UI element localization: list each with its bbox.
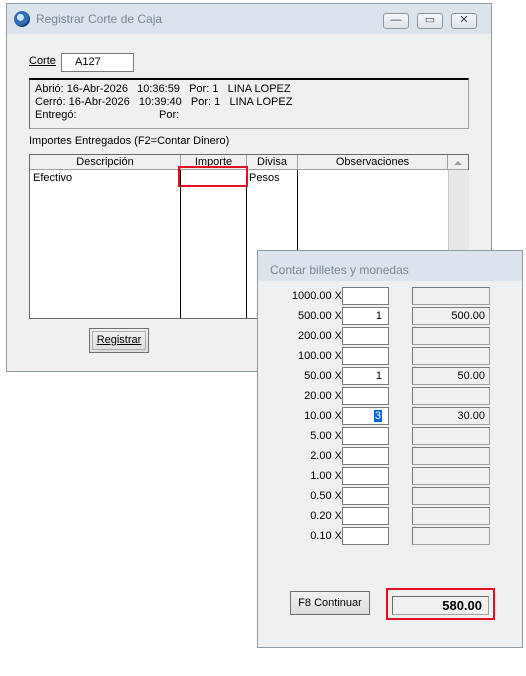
amount-field: 50.00 <box>412 367 490 385</box>
denomination-label: 200.00 X <box>297 330 342 342</box>
denomination-label: 50.00 X <box>304 370 342 382</box>
amount-field <box>412 487 490 505</box>
denomination-label: 2.00 X <box>310 450 342 462</box>
quantity-input[interactable] <box>342 387 389 405</box>
quantity-value: 1 <box>375 370 382 382</box>
cell-divisa: Pesos <box>249 172 280 184</box>
denomination-label: 500.00 X <box>297 310 342 322</box>
amount-field: 30.00 <box>412 407 490 425</box>
window-title: Registrar Corte de Caja <box>36 12 163 26</box>
quantity-input[interactable] <box>342 467 389 485</box>
quantity-input[interactable]: 3 <box>342 407 389 425</box>
corte-field[interactable]: A127 <box>61 53 134 72</box>
total-field: 580.00 <box>392 596 489 615</box>
col-divider <box>246 170 247 318</box>
registrar-button-label: Registrar <box>96 334 142 346</box>
denomination-label: 0.20 X <box>310 510 342 522</box>
amount-value: 500.00 <box>451 310 485 322</box>
denomination-label: 10.00 X <box>304 410 342 422</box>
amount-field: 500.00 <box>412 307 490 325</box>
continuar-button[interactable]: F8 Continuar <box>290 591 370 615</box>
minimize-button[interactable]: — <box>383 13 409 29</box>
denomination-label: 1000.00 X <box>291 290 342 302</box>
col-header-descripcion[interactable]: Descripción <box>30 155 181 170</box>
denomination-label: 5.00 X <box>310 430 342 442</box>
popup-title-bar[interactable]: Contar billetes y monedas <box>258 251 522 281</box>
col-header-divisa[interactable]: Divisa <box>247 155 298 170</box>
contar-dinero-window: Contar billetes y monedas 1000.00 X 500.0… <box>257 250 523 648</box>
quantity-input[interactable] <box>342 327 389 345</box>
quantity-input[interactable] <box>342 527 389 545</box>
amount-field <box>412 327 490 345</box>
entrego-por-label: Por: <box>159 109 180 121</box>
continuar-button-label: F8 Continuar <box>298 597 362 609</box>
amount-field <box>412 287 490 305</box>
denomination-label: 1.00 X <box>310 470 342 482</box>
cell-descripcion: Efectivo <box>33 172 73 184</box>
corte-value: A127 <box>75 56 101 68</box>
quantity-input[interactable]: 1 <box>342 367 389 385</box>
popup-title: Contar billetes y monedas <box>270 263 409 277</box>
importe-highlight <box>178 166 248 187</box>
scroll-up-icon[interactable] <box>448 155 468 170</box>
denomination-label: 20.00 X <box>304 390 342 402</box>
denomination-label: 0.10 X <box>310 530 342 542</box>
denomination-label: 0.50 X <box>310 490 342 502</box>
abrio-line: Abrió: 16-Abr-2026 10:36:59 Por: 1 LINA … <box>35 83 291 95</box>
cerro-line: Cerró: 16-Abr-2026 10:39:40 Por: 1 LINA … <box>35 96 293 108</box>
total-value: 580.00 <box>442 598 482 613</box>
registrar-button[interactable]: Registrar <box>89 328 149 353</box>
corte-label: Corte <box>29 55 56 67</box>
amount-field <box>412 527 490 545</box>
quantity-input[interactable] <box>342 287 389 305</box>
col-header-observaciones[interactable]: Observaciones <box>298 155 448 170</box>
quantity-input[interactable]: 1 <box>342 307 389 325</box>
entrego-label: Entregó: <box>35 109 77 121</box>
col-divider <box>180 170 181 318</box>
amount-field <box>412 507 490 525</box>
amount-field <box>412 447 490 465</box>
quantity-value: 1 <box>375 310 382 322</box>
quantity-input[interactable] <box>342 487 389 505</box>
quantity-input[interactable] <box>342 507 389 525</box>
quantity-value: 3 <box>373 410 382 422</box>
amount-field <box>412 427 490 445</box>
maximize-button[interactable]: ▭ <box>417 13 443 29</box>
quantity-input[interactable] <box>342 347 389 365</box>
denomination-label: 100.00 X <box>297 350 342 362</box>
amount-field <box>412 347 490 365</box>
amount-field <box>412 387 490 405</box>
close-button[interactable]: ✕ <box>451 13 477 29</box>
quantity-input[interactable] <box>342 447 389 465</box>
amount-value: 30.00 <box>457 410 485 422</box>
title-bar[interactable]: Registrar Corte de Caja — ▭ ✕ <box>7 4 491 34</box>
amount-value: 50.00 <box>457 370 485 382</box>
importes-label: Importes Entregados (F2=Contar Dinero) <box>29 135 230 147</box>
amount-field <box>412 467 490 485</box>
quantity-input[interactable] <box>342 427 389 445</box>
corte-info-panel: Abrió: 16-Abr-2026 10:36:59 Por: 1 LINA … <box>29 78 469 129</box>
app-logo-icon <box>14 11 30 27</box>
